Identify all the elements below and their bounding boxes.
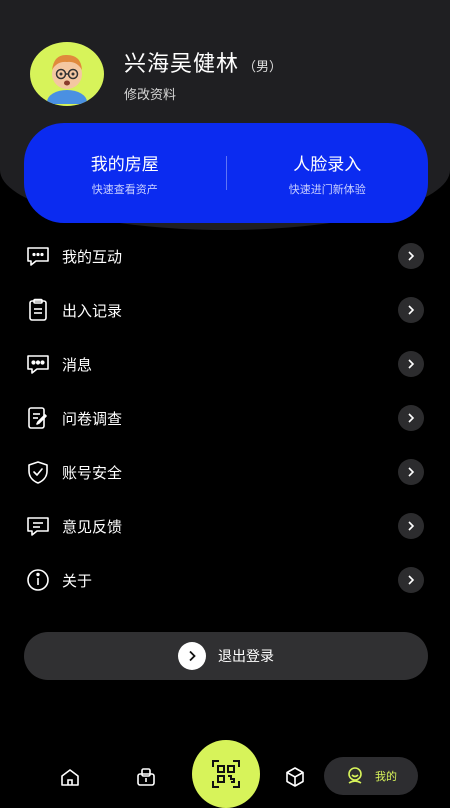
chevron-right-icon bbox=[398, 459, 424, 485]
community-icon[interactable] bbox=[135, 766, 157, 788]
qr-code-icon bbox=[212, 760, 240, 788]
message-icon bbox=[27, 355, 49, 374]
home-icon[interactable] bbox=[59, 766, 81, 788]
chevron-right-icon bbox=[398, 297, 424, 323]
menu-label-feedback: 意见反馈 bbox=[62, 517, 123, 536]
chevron-right-icon bbox=[398, 351, 424, 377]
settings-menu: 我的互动 出入记录 消息 问卷调查 账号安全 意见反馈 关于 bbox=[0, 229, 450, 607]
survey-icon bbox=[28, 407, 47, 429]
menu-label-account-security: 账号安全 bbox=[62, 463, 123, 482]
menu-label-interactions: 我的互动 bbox=[62, 247, 123, 266]
avatar[interactable] bbox=[30, 42, 104, 106]
clipboard-icon bbox=[29, 298, 47, 321]
menu-item-access-records[interactable]: 出入记录 bbox=[0, 283, 450, 337]
profile-section: 兴海吴健林 （男） 修改资料 bbox=[30, 42, 282, 106]
info-icon bbox=[27, 569, 49, 591]
logout-label: 退出登录 bbox=[218, 649, 274, 665]
scan-qr-button[interactable] bbox=[192, 740, 260, 808]
menu-item-interactions[interactable]: 我的互动 bbox=[0, 229, 450, 283]
chevron-right-icon bbox=[398, 243, 424, 269]
face-entry-subtitle: 快速进门新体验 bbox=[288, 182, 366, 196]
user-gender: （男） bbox=[243, 59, 283, 75]
user-name: 兴海吴健林 bbox=[124, 51, 240, 77]
menu-label-access-records: 出入记录 bbox=[62, 301, 123, 320]
edit-profile-link[interactable]: 修改资料 bbox=[124, 84, 282, 103]
face-entry-button[interactable]: 人脸录入 快速进门新体验 bbox=[227, 150, 429, 197]
menu-item-feedback[interactable]: 意见反馈 bbox=[0, 499, 450, 553]
menu-item-messages[interactable]: 消息 bbox=[0, 337, 450, 391]
cube-icon[interactable] bbox=[284, 766, 306, 788]
logout-button[interactable]: 退出登录 bbox=[24, 632, 428, 680]
my-house-button[interactable]: 我的房屋 快速查看资产 bbox=[24, 150, 226, 197]
quick-actions-card: 我的房屋 快速查看资产 人脸录入 快速进门新体验 bbox=[24, 123, 428, 223]
menu-label-messages: 消息 bbox=[62, 355, 93, 374]
chevron-right-icon bbox=[398, 567, 424, 593]
menu-label-survey: 问卷调查 bbox=[62, 409, 123, 428]
menu-label-about: 关于 bbox=[62, 571, 93, 590]
menu-item-survey[interactable]: 问卷调查 bbox=[0, 391, 450, 445]
chat-icon bbox=[27, 247, 49, 266]
feedback-icon bbox=[27, 517, 49, 536]
face-entry-title: 人脸录入 bbox=[293, 154, 362, 175]
menu-item-about[interactable]: 关于 bbox=[0, 553, 450, 607]
my-house-title: 我的房屋 bbox=[90, 154, 159, 175]
chevron-right-icon bbox=[398, 513, 424, 539]
menu-item-account-security[interactable]: 账号安全 bbox=[0, 445, 450, 499]
tab-mine[interactable]: 我的 bbox=[324, 757, 418, 795]
chevron-right-icon bbox=[398, 405, 424, 431]
my-house-subtitle: 快速查看资产 bbox=[91, 182, 158, 196]
chevron-right-icon bbox=[178, 642, 206, 670]
profile-icon bbox=[348, 767, 362, 784]
tab-mine-label: 我的 bbox=[375, 770, 397, 783]
bottom-tab-bar: 我的 bbox=[0, 740, 450, 808]
shield-icon bbox=[28, 461, 48, 484]
